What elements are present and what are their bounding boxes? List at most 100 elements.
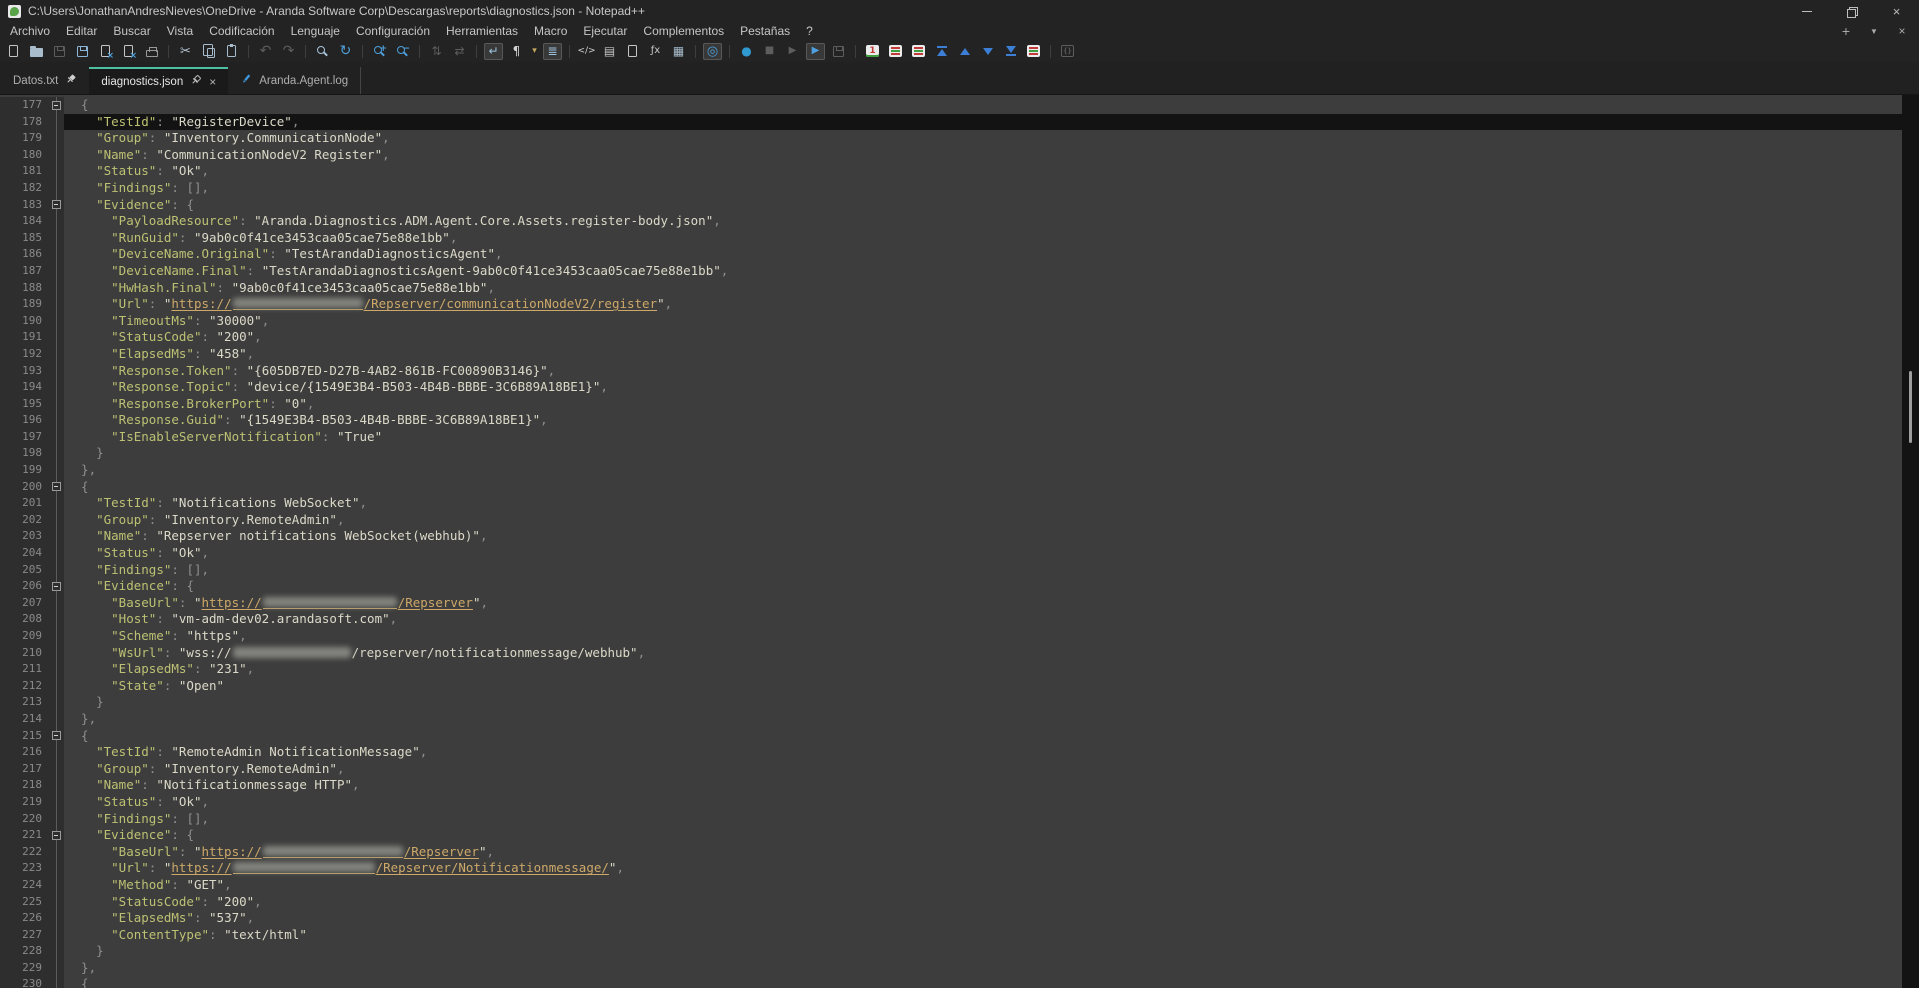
- previous-diff-button[interactable]: [955, 43, 974, 60]
- print-button[interactable]: [142, 43, 161, 60]
- json-viewer-button[interactable]: {}: [1058, 43, 1077, 60]
- notepadpp-window: C:\Users\JonathanAndresNieves\OneDrive -…: [0, 0, 1919, 988]
- fold-toggle[interactable]: [52, 101, 61, 110]
- menu-archivo[interactable]: Archivo: [2, 23, 58, 39]
- bookmark-margin: [0, 329, 12, 346]
- title-bar[interactable]: C:\Users\JonathanAndresNieves\OneDrive -…: [0, 0, 1919, 22]
- line-number: 206: [12, 578, 48, 595]
- monitoring-button[interactable]: ◎: [703, 43, 722, 60]
- scrollbar-thumb[interactable]: [1909, 371, 1912, 443]
- code-text: "ElapsedMs": "458",: [64, 346, 1902, 363]
- code-text: "ContentType": "text/html": [64, 927, 1902, 944]
- fold-toggle[interactable]: [52, 482, 61, 491]
- document-map-button[interactable]: ▤: [600, 43, 619, 60]
- compare-clear-button[interactable]: [909, 43, 928, 60]
- menu-configuraci-n[interactable]: Configuración: [348, 23, 438, 39]
- symbol-dropdown-button[interactable]: ▾: [530, 43, 539, 60]
- tab-list-button[interactable]: ▼: [1867, 27, 1881, 36]
- new-file-button[interactable]: [4, 43, 23, 60]
- doc-switcher-button[interactable]: ▦: [669, 43, 688, 60]
- tab-aranda-agent-log[interactable]: Aranda.Agent.log: [228, 67, 361, 94]
- run-macro-multiple-times-button[interactable]: ▶: [806, 43, 825, 60]
- tab-diagnostics-json[interactable]: diagnostics.json ×: [89, 67, 228, 94]
- sync-vertical-scrolling-button[interactable]: ⇅: [427, 43, 446, 60]
- tab-label: diagnostics.json: [101, 76, 183, 88]
- fold-margin: [48, 960, 64, 977]
- tab-close-icon[interactable]: ×: [209, 76, 216, 88]
- record-macro-button[interactable]: ●: [737, 43, 756, 60]
- menu-complementos[interactable]: Complementos: [635, 23, 732, 39]
- copy-button[interactable]: [199, 43, 218, 60]
- menu-herramientas[interactable]: Herramientas: [438, 23, 526, 39]
- find-button[interactable]: [313, 43, 332, 60]
- bookmark-margin: [0, 462, 12, 479]
- code-line: 220 "Findings": [],: [0, 811, 1902, 828]
- menu-pesta-as[interactable]: Pestañas: [732, 23, 798, 39]
- code-line: 217 "Group": "Inventory.RemoteAdmin",: [0, 761, 1902, 778]
- menu-ejecutar[interactable]: Ejecutar: [575, 23, 635, 39]
- menu-macro[interactable]: Macro: [526, 23, 575, 39]
- code-text: "Group": "Inventory.RemoteAdmin",: [64, 512, 1902, 529]
- save-recorded-macro-button[interactable]: [829, 43, 848, 60]
- new-tab-button[interactable]: +: [1839, 23, 1853, 39]
- menu-help[interactable]: ?: [798, 23, 821, 39]
- close-button[interactable]: ×: [1874, 0, 1919, 22]
- next-diff-button[interactable]: [978, 43, 997, 60]
- monitoring-icon: ◎: [707, 45, 718, 58]
- function-list-button[interactable]: ƒx: [646, 43, 665, 60]
- menu-editar[interactable]: Editar: [58, 23, 105, 39]
- paste-button[interactable]: [222, 43, 241, 60]
- menu-buscar[interactable]: Buscar: [105, 23, 158, 39]
- stop-recording-button[interactable]: ■: [760, 43, 779, 60]
- restore-button[interactable]: [1829, 0, 1874, 22]
- document-list-button[interactable]: [623, 43, 642, 60]
- compare-set-first-button[interactable]: 1: [863, 43, 882, 60]
- fold-toggle[interactable]: [52, 831, 61, 840]
- line-number: 177: [12, 97, 48, 114]
- minimize-button[interactable]: [1784, 0, 1829, 22]
- zoom-in-button[interactable]: +: [370, 43, 389, 60]
- compare-button[interactable]: [886, 43, 905, 60]
- fold-toggle[interactable]: [52, 731, 61, 740]
- code-text: "Url": "https:///Repserver/communication…: [64, 296, 1902, 313]
- sync-horizontal-scrolling-button[interactable]: ⇄: [450, 43, 469, 60]
- show-all-characters-button[interactable]: ¶: [507, 43, 526, 60]
- pin-filled-icon[interactable]: [65, 73, 77, 88]
- fold-toggle[interactable]: [52, 200, 61, 209]
- play-macro-button[interactable]: ▶: [783, 43, 802, 60]
- zoom-out-button[interactable]: −: [393, 43, 412, 60]
- close-tab-button[interactable]: ×: [1895, 24, 1909, 38]
- fold-margin: [48, 645, 64, 662]
- user-defined-language-button[interactable]: </>: [577, 43, 596, 60]
- close-file-button[interactable]: [96, 43, 115, 60]
- menu-codificaci-n[interactable]: Codificación: [201, 23, 282, 39]
- tab-datos-txt[interactable]: Datos.txt: [1, 67, 89, 94]
- save-file-button[interactable]: [50, 43, 69, 60]
- text-area[interactable]: 177 {178 "TestId": "RegisterDevice",179 …: [0, 95, 1902, 988]
- fold-margin: [48, 197, 64, 214]
- menu-lenguaje[interactable]: Lenguaje: [283, 23, 348, 39]
- fold-toggle[interactable]: [52, 582, 61, 591]
- vertical-scrollbar[interactable]: [1902, 95, 1919, 988]
- open-file-button[interactable]: [27, 43, 46, 60]
- code-line: 186 "DeviceName.Original": "TestArandaDi…: [0, 246, 1902, 263]
- cut-button[interactable]: ✂: [176, 43, 195, 60]
- pin-outline-icon[interactable]: [190, 74, 202, 89]
- toolbar-separator: [419, 45, 420, 58]
- redacted-url-segment: [233, 647, 351, 659]
- save-recorded-macro-icon: [833, 46, 844, 57]
- replace-button[interactable]: ↻: [336, 43, 355, 60]
- menu-vista[interactable]: Vista: [159, 23, 201, 39]
- fold-margin: [48, 877, 64, 894]
- compare-nav-bar-button[interactable]: [1024, 43, 1043, 60]
- close-all-files-button[interactable]: [119, 43, 138, 60]
- first-diff-button[interactable]: [932, 43, 951, 60]
- user-defined-language-icon: </>: [577, 47, 595, 56]
- last-diff-button[interactable]: [1001, 43, 1020, 60]
- save-all-button[interactable]: [73, 43, 92, 60]
- word-wrap-button[interactable]: ↵: [484, 43, 503, 60]
- undo-button[interactable]: ↶: [256, 43, 275, 60]
- indent-guide-button[interactable]: ≣: [543, 43, 562, 60]
- code-line: 187 "DeviceName.Final": "TestArandaDiagn…: [0, 263, 1902, 280]
- redo-button[interactable]: ↷: [279, 43, 298, 60]
